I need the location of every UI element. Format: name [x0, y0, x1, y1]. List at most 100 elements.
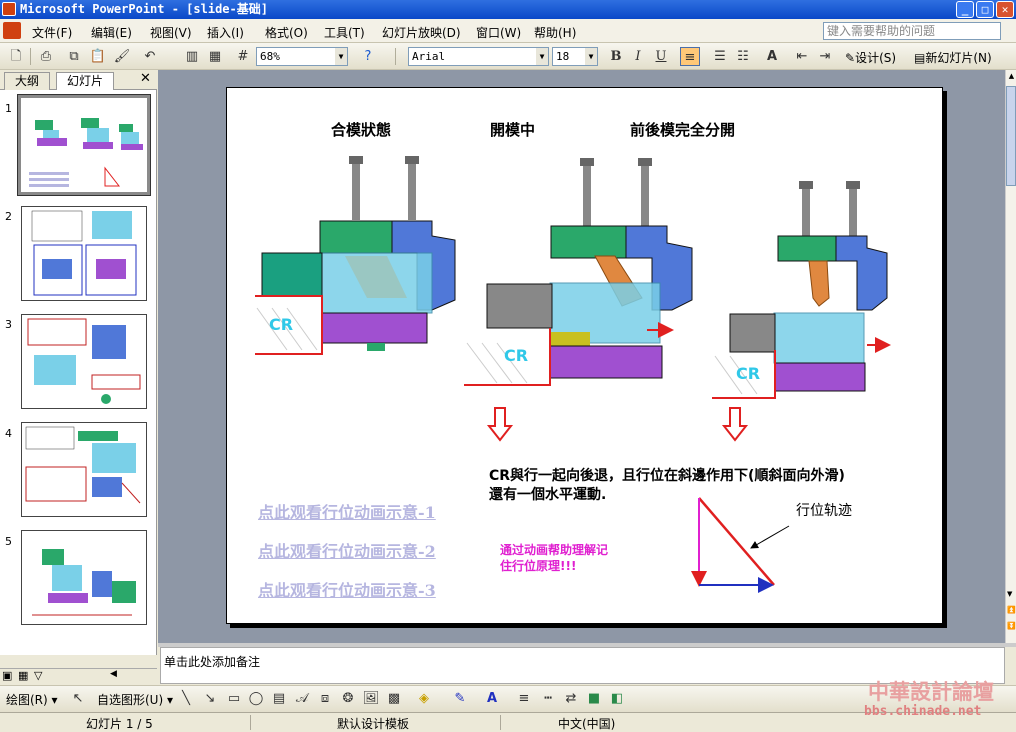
autoshapes-label: 自选图形(U)	[97, 693, 164, 707]
chevron-down-icon: ▼	[335, 48, 347, 65]
pane-tabs: 大纲 幻灯片 ✕	[0, 70, 157, 90]
picture-icon[interactable]: 🖼	[361, 689, 381, 708]
view-buttons: ▣ ▦ ▽ ◀	[0, 668, 157, 684]
slide-thumbnail-1[interactable]	[17, 94, 151, 196]
vertical-scrollbar[interactable]: ▲ ▼ ⏫ ⏬	[1005, 70, 1016, 643]
insert-chart-icon[interactable]: ▥	[182, 47, 202, 66]
dash-style-icon[interactable]: ┅	[538, 689, 558, 708]
explanation-line-1: CR與行一起向後退，且行位在斜邊作用下(順斜面向外滑)	[489, 468, 845, 484]
animation-link-1[interactable]: 点此观看行位动画示意-1	[258, 499, 436, 523]
tab-slides[interactable]: 幻灯片	[56, 72, 115, 90]
oval-icon[interactable]: ◯	[246, 689, 266, 708]
menu-view[interactable]: 视图(V)	[150, 24, 192, 41]
slide-thumbnail-4[interactable]	[21, 422, 147, 517]
slide-sorter-icon[interactable]: ▦	[18, 669, 28, 682]
magenta-note-line-1: 通过动画帮助理解记	[500, 543, 609, 557]
normal-view-icon[interactable]: ▣	[2, 669, 12, 682]
slide-number: 2	[5, 210, 12, 223]
close-pane-icon[interactable]: ✕	[140, 71, 151, 86]
down-arrow	[486, 407, 514, 442]
title-bar: Microsoft PowerPoint - [slide-基础] _ □ ✕	[0, 0, 1016, 19]
fill-color-icon[interactable]: ◈	[414, 689, 434, 708]
minimize-button[interactable]: _	[956, 1, 974, 18]
previous-slide-icon[interactable]: ⏫	[1007, 606, 1016, 614]
status-language: 中文(中国)	[558, 717, 616, 731]
italic-button[interactable]: I	[628, 47, 648, 66]
down-arrow	[721, 407, 749, 442]
rectangle-icon[interactable]: ▭	[224, 689, 244, 708]
paste-icon[interactable]: 📋	[88, 47, 108, 66]
slideshow-icon[interactable]: ▽	[34, 669, 42, 682]
thumbnail-art	[29, 118, 143, 187]
help-icon[interactable]: ?	[358, 47, 378, 66]
slide-number: 5	[5, 535, 12, 548]
help-search-input[interactable]: 键入需要帮助的问题	[823, 22, 1001, 40]
tab-outline[interactable]: 大纲	[4, 72, 51, 90]
new-document-icon[interactable]: 🗋	[6, 47, 26, 66]
autoshapes-menu[interactable]: 自选图形(U) ▾	[97, 691, 173, 708]
scroll-thumb[interactable]	[1006, 86, 1016, 186]
insert-picture-icon[interactable]: ▩	[384, 689, 404, 708]
cr-label: CR	[736, 364, 761, 383]
increase-indent-icon[interactable]: ⇥	[815, 47, 835, 66]
toolbar-separator	[395, 48, 396, 65]
powerpoint-app-icon[interactable]	[2, 2, 16, 16]
wordart-icon[interactable]: 𝒜	[292, 689, 312, 708]
font-name-select[interactable]: Arial ▼	[408, 47, 549, 66]
maximize-button[interactable]: □	[976, 1, 994, 18]
slide-thumbnail-5[interactable]	[21, 530, 147, 625]
menu-file[interactable]: 文件(F)	[32, 24, 72, 41]
3d-icon[interactable]: ◧	[607, 689, 627, 708]
menu-format[interactable]: 格式(O)	[265, 24, 308, 41]
undo-icon[interactable]: ↶	[140, 47, 160, 66]
insert-table-icon[interactable]: ▦	[205, 47, 225, 66]
animation-link-3[interactable]: 点此观看行位动画示意-3	[258, 577, 436, 601]
diagram-icon[interactable]: ⧈	[315, 689, 335, 708]
print-icon[interactable]: ⎙	[36, 47, 56, 66]
numbering-icon[interactable]: ☰	[710, 47, 730, 66]
select-pointer-icon[interactable]: ↖	[68, 689, 88, 708]
explanation-line-2: 還有一個水平運動.	[489, 487, 607, 503]
decrease-indent-icon[interactable]: ⇤	[792, 47, 812, 66]
design-button[interactable]: ✎设计(S)	[845, 49, 896, 66]
draw-menu[interactable]: 绘图(R) ▾	[6, 691, 58, 708]
zoom-select[interactable]: 68% ▼	[256, 47, 348, 66]
scroll-down-icon[interactable]: ▼	[1007, 590, 1012, 598]
menu-window[interactable]: 窗口(W)	[476, 24, 521, 41]
scroll-up-icon[interactable]: ▲	[1007, 72, 1016, 81]
scroll-left-icon[interactable]: ◀	[110, 669, 117, 679]
clipart-icon[interactable]: ❂	[338, 689, 358, 708]
line-icon[interactable]: ╲	[176, 689, 196, 708]
textbox-icon[interactable]: ▤	[269, 689, 289, 708]
underline-button[interactable]: U	[651, 47, 671, 66]
arrow-icon[interactable]: ↘	[200, 689, 220, 708]
close-button[interactable]: ✕	[996, 1, 1014, 18]
slide-thumbnail-3[interactable]	[21, 314, 147, 409]
menu-slideshow[interactable]: 幻灯片放映(D)	[382, 24, 461, 41]
format-painter-icon[interactable]: 🖌	[112, 47, 132, 66]
slide-thumbnail-2[interactable]	[21, 206, 147, 301]
menu-tools[interactable]: 工具(T)	[324, 24, 365, 41]
bullets-icon[interactable]: ☷	[733, 47, 753, 66]
menu-edit[interactable]: 编辑(E)	[91, 24, 132, 41]
increase-font-icon[interactable]: A	[762, 47, 782, 66]
font-size-select[interactable]: 18 ▼	[552, 47, 598, 66]
arrow-style-icon[interactable]: ⇄	[561, 689, 581, 708]
grid-icon[interactable]: #	[233, 47, 253, 66]
align-left-button[interactable]: ≡	[680, 47, 700, 66]
new-slide-button[interactable]: ▤新幻灯片(N)	[914, 49, 992, 66]
menu-help[interactable]: 帮助(H)	[534, 24, 576, 41]
font-color-icon[interactable]: A	[482, 689, 502, 708]
animation-link-2[interactable]: 点此观看行位动画示意-2	[258, 538, 436, 562]
menu-insert[interactable]: 插入(I)	[207, 24, 244, 41]
slide-canvas[interactable]: 合模狀態 開模中 前後模完全分開 CR CR CR CR與行一起向後退，且行位在…	[226, 87, 943, 624]
shadow-icon[interactable]: ■	[584, 689, 604, 708]
bold-button[interactable]: B	[606, 47, 626, 66]
copy-icon[interactable]: ⧉	[64, 47, 84, 66]
status-template: 默认设计模板	[337, 717, 410, 731]
line-color-icon[interactable]: ✎	[450, 689, 470, 708]
line-style-icon[interactable]: ≡	[514, 689, 534, 708]
next-slide-icon[interactable]: ⏬	[1007, 622, 1016, 630]
window-title: Microsoft PowerPoint - [slide-基础]	[20, 2, 268, 16]
document-icon[interactable]	[3, 22, 21, 39]
